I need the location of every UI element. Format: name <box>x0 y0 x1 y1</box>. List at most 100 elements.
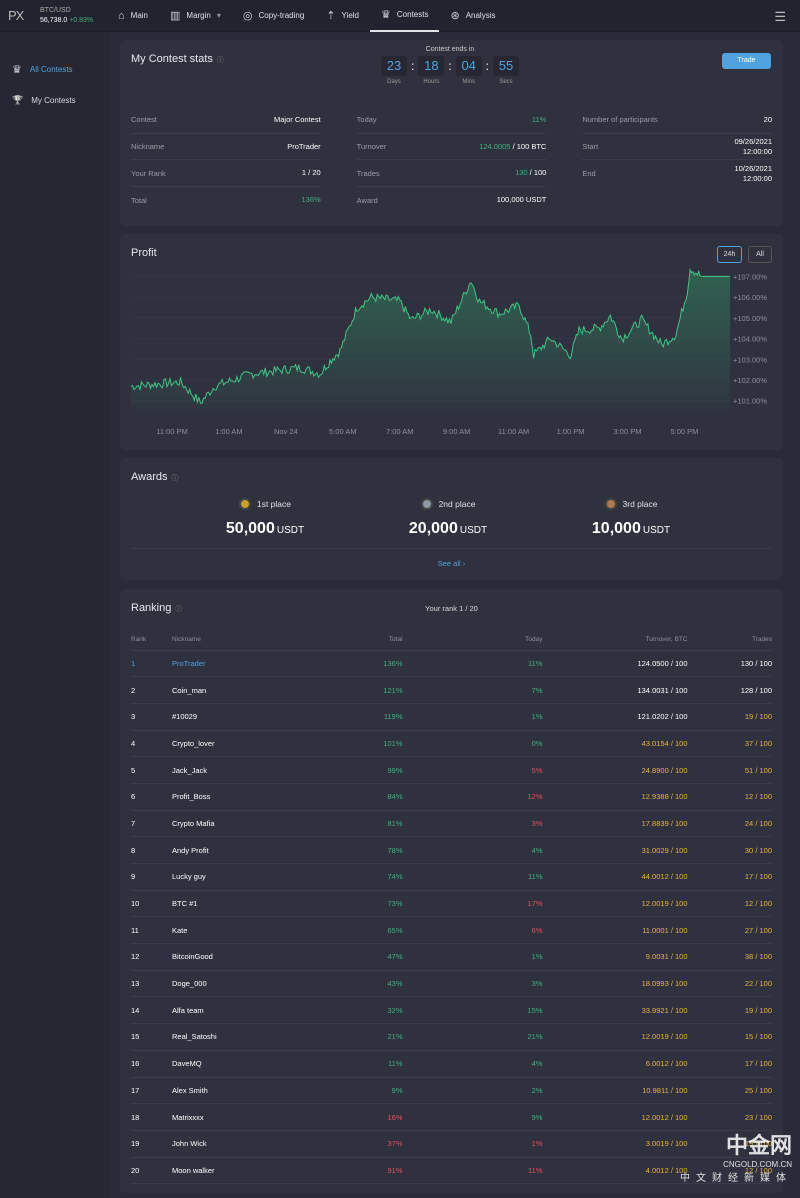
turnover-cell: 17.8839 / 100 <box>542 810 688 838</box>
x-tick-label: 5:00 PM <box>670 427 698 436</box>
rank-cell: 3 <box>131 703 172 731</box>
nickname-cell[interactable]: Doge_000 <box>172 970 293 998</box>
today-cell: 1% <box>402 703 543 731</box>
sidebar-item-all-contests[interactable]: ♛ All Contests <box>0 54 110 85</box>
nav-tab-copy-trading[interactable]: ◎ Copy-trading <box>232 0 315 32</box>
logo[interactable]: PX <box>0 8 40 23</box>
table-row[interactable]: 20 Moon walker 91% 11% 4.0012 / 100 12 / 100 <box>131 1157 772 1185</box>
nickname-cell[interactable]: Jack_Jack <box>172 756 293 784</box>
award-1: 1st place 50,000 USDT <box>165 498 365 538</box>
nickname-cell[interactable]: Andy Profit <box>172 836 293 864</box>
trades-cell: 27 / 100 <box>687 916 772 945</box>
trade-button[interactable]: Trade <box>722 53 771 69</box>
trades-cell: 24 / 100 <box>687 810 772 838</box>
info-icon[interactable]: ⓘ <box>171 475 178 482</box>
table-row[interactable]: 2 Coin_man 121% 7% 134.0031 / 100 128 / 100 <box>131 676 772 704</box>
nickname-cell[interactable]: BTC #1 <box>172 890 293 918</box>
trades-cell: 25 / 100 <box>687 1077 772 1105</box>
nickname-cell[interactable]: BitcoinGood <box>172 943 293 971</box>
table-row[interactable]: 12 BitcoinGood 47% 1% 9.0031 / 100 38 / 100 <box>131 943 772 971</box>
nickname-cell[interactable]: Matrixxxx <box>172 1103 293 1131</box>
table-row[interactable]: 19 John Wick 37% 1% 3.0019 / 100 19 / 100 <box>131 1130 772 1158</box>
today-cell: 1% <box>402 943 543 971</box>
turnover-cell: 4.0012 / 100 <box>542 1157 688 1185</box>
today-cell: 6% <box>402 916 543 945</box>
table-row[interactable]: 9 Lucky guy 74% 11% 44.0012 / 100 17 / 100 <box>131 863 772 891</box>
info-icon[interactable]: ⓘ <box>217 57 224 64</box>
stat-value-main: 124.0005 <box>479 141 511 151</box>
top-bar: PX BTC/USD 56,738.0 +0.83% ⌂ Main ▥ Margin ▾… <box>0 0 800 32</box>
nickname-cell[interactable]: Lucky guy <box>172 863 293 891</box>
see-all-link[interactable]: See all › <box>120 559 783 568</box>
nav-tab-label: Yield <box>341 11 360 20</box>
nickname-cell[interactable]: #10029 <box>172 703 293 731</box>
nav-tab-label: Contests <box>396 10 429 19</box>
award-amount-value: 20,000 <box>408 520 458 537</box>
trades-cell: 30 / 100 <box>687 836 772 864</box>
rank-cell: 14 <box>131 996 172 1025</box>
table-row[interactable]: 4 Crypto_lover 101% 0% 43.0154 / 100 37 / 100 <box>131 730 772 758</box>
stat-row: Number of participants 20 <box>582 107 773 134</box>
nav-tab-analysis[interactable]: ⊛ Analysis <box>439 0 506 32</box>
rank-cell: 4 <box>131 730 172 758</box>
stat-label: Your Rank <box>131 168 166 178</box>
turnover-cell: 134.0031 / 100 <box>542 676 688 704</box>
today-cell: 3% <box>402 810 543 838</box>
nav-tab-yield[interactable]: ⇡ Yield <box>315 0 370 32</box>
nav-tab-main[interactable]: ⌂ Main <box>110 0 159 32</box>
nickname-cell[interactable]: Alex Smith <box>172 1077 293 1105</box>
total-cell: 119% <box>292 703 403 731</box>
table-row[interactable]: 5 Jack_Jack 99% 5% 24.8900 / 100 51 / 100 <box>131 756 772 784</box>
table-row[interactable]: 18 Matrixxxx 16% 9% 12.0012 / 100 23 / 100 <box>131 1103 772 1131</box>
today-cell: 17% <box>402 890 543 918</box>
today-cell: 5% <box>402 756 543 784</box>
turnover-cell: 6.0012 / 100 <box>542 1050 688 1078</box>
timer-colon: : <box>410 59 415 73</box>
turnover-cell: 121.0202 / 100 <box>542 703 688 731</box>
table-row[interactable]: 11 Kate 65% 6% 11.0001 / 100 27 / 100 <box>131 916 772 945</box>
award-unit: USDT <box>459 525 488 536</box>
nickname-cell[interactable]: Real_Satoshi <box>172 1023 293 1051</box>
table-row[interactable]: 13 Doge_000 43% 3% 18.0993 / 100 22 / 100 <box>131 970 772 998</box>
table-row[interactable]: 7 Crypto Mafia 81% 3% 17.8839 / 100 24 / 100 <box>131 810 772 838</box>
sidebar-item-my-contests[interactable]: 🏆 My Contests <box>0 85 110 116</box>
nickname-cell[interactable]: DaveMQ <box>172 1050 293 1078</box>
stat-value: 100,000 USDT <box>497 195 547 205</box>
menu-icon[interactable]: ☰ <box>774 9 786 25</box>
award-place-label: 3rd place <box>622 499 658 509</box>
table-row[interactable]: 15 Real_Satoshi 21% 21% 12.0019 / 100 15 / 10… <box>131 1023 772 1051</box>
stat-label: Nickname <box>131 142 165 152</box>
total-cell: 47% <box>292 943 403 971</box>
stat-label: Award <box>356 195 378 205</box>
nickname-cell[interactable]: ProTrader <box>172 650 293 678</box>
nickname-cell[interactable]: Moon walker <box>172 1157 293 1185</box>
nickname-cell[interactable]: Profit_Boss <box>172 783 293 811</box>
ticker[interactable]: BTC/USD 56,738.0 +0.83% <box>40 6 110 26</box>
stat-row: Trades 130 / 100 <box>356 160 547 188</box>
nickname-cell[interactable]: Crypto Mafia <box>172 810 293 838</box>
nickname-cell[interactable]: Kate <box>172 916 293 945</box>
award-place: 1st place <box>165 498 365 510</box>
y-tick-label: +103.00% <box>733 355 767 364</box>
nav-tab-margin[interactable]: ▥ Margin ▾ <box>159 0 232 32</box>
table-row[interactable]: 14 Alfa team 32% 15% 33.9921 / 100 19 / 100 <box>131 996 772 1025</box>
nickname-cell[interactable]: Crypto_lover <box>172 730 293 758</box>
nickname-cell[interactable]: John Wick <box>172 1130 293 1158</box>
nickname-cell[interactable]: Coin_man <box>172 676 293 704</box>
stat-value-main: 136% <box>301 195 321 205</box>
profit-area <box>131 269 730 409</box>
nav-tab-contests[interactable]: ♛ Contests <box>370 0 440 32</box>
today-cell: 12% <box>402 783 543 811</box>
table-row[interactable]: 8 Andy Profit 78% 4% 31.0029 / 100 30 / 100 <box>131 836 772 864</box>
turnover-cell: 12.9388 / 100 <box>542 783 688 811</box>
table-row[interactable]: 6 Profit_Boss 84% 12% 12.9388 / 100 12 / 100 <box>131 783 772 811</box>
table-row[interactable]: 16 DaveMQ 11% 4% 6.0012 / 100 17 / 100 <box>131 1050 772 1078</box>
table-row[interactable]: 3 #10029 119% 1% 121.0202 / 100 19 / 100 <box>131 703 772 731</box>
table-row[interactable]: 10 BTC #1 73% 17% 12.0019 / 100 12 / 100 <box>131 890 772 918</box>
table-row[interactable]: 1 ProTrader 136% 11% 124.0500 / 100 130 / 100 <box>131 650 772 678</box>
stat-value: 10/26/2021 12:00:00 <box>734 164 772 184</box>
turnover-cell: 12.0012 / 100 <box>542 1103 688 1131</box>
nickname-cell[interactable]: Alfa team <box>172 996 293 1025</box>
trades-cell: 19 / 100 <box>687 703 772 731</box>
table-row[interactable]: 17 Alex Smith 9% 2% 10.9811 / 100 25 / 100 <box>131 1077 772 1105</box>
